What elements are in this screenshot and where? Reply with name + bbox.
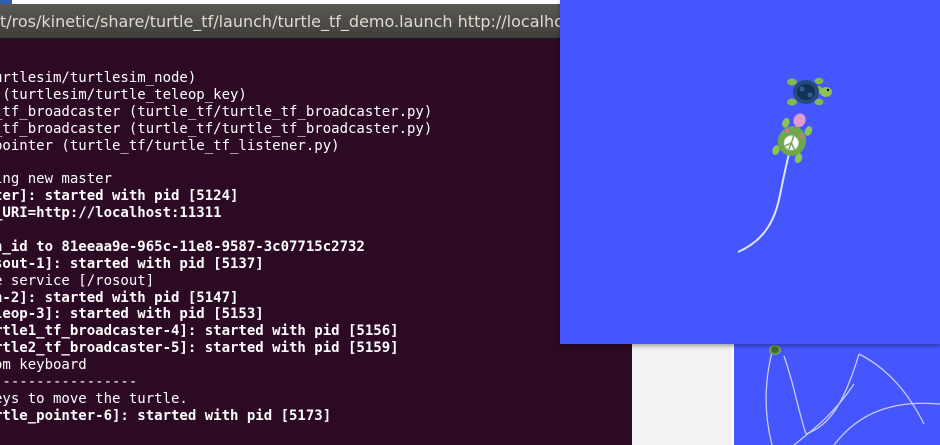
turtle1-icon: [787, 77, 832, 106]
terminal-line: (turtlesim/turtle_teleop_key): [0, 86, 247, 103]
terminal-line: ter]: started with pid [5124]: [0, 188, 239, 205]
terminal-line: urtlesim/turtlesim_node): [0, 70, 197, 86]
turtle-trail: [737, 149, 791, 253]
terminal-titlebar[interactable]: t/ros/kinetic/share/turtle_tf/launch/tur…: [0, 4, 632, 39]
terminal-title: t/ros/kinetic/share/turtle_tf/launch/tur…: [0, 12, 595, 31]
turtlesim-window[interactable]: [560, 0, 940, 344]
terminal-line: rtle2_tf_broadcaster-5]: started with pi…: [0, 340, 399, 357]
desktop-gap: [632, 340, 732, 445]
terminal-line: leop-3]: started with pid [5153]: [0, 306, 264, 323]
terminal-line: n-2]: started with pid [5147]: [0, 289, 239, 306]
terminal-line: ing new master: [0, 171, 113, 188]
terminal-line: pointer (turtle_tf/turtle_tf_listener.py…: [0, 137, 340, 154]
turtlesim-canvas: [737, 77, 832, 253]
terminal-line: _URI=http://localhost:11311: [0, 205, 222, 222]
terminal-line: _tf_broadcaster (turtle_tf/turtle_tf_bro…: [0, 120, 433, 137]
terminal-line: _tf_broadcaster (turtle_tf/turtle_tf_bro…: [0, 103, 433, 120]
trail-path-back: [765, 351, 940, 445]
terminal-line: eys to move the turtle.: [0, 390, 188, 407]
terminal-line: rtle_pointer-6]: started with pid [5173]: [0, 407, 332, 424]
turtle2-icon: [772, 113, 813, 164]
terminal-output[interactable]: urtlesim/turtlesim_node) (turtlesim/turt…: [0, 70, 632, 425]
terminal-line: n_id to 81eeaa9e-965c-11e8-9587-3c07715c…: [0, 238, 365, 255]
terminal-line: e service [/rosout]: [0, 272, 155, 289]
terminal-line: rtle1_tf_broadcaster-4]: started with pi…: [0, 323, 399, 340]
terminal-window[interactable]: t/ros/kinetic/share/turtle_tf/launch/tur…: [0, 4, 632, 445]
terminal-line: sout-1]: started with pid [5137]: [0, 255, 264, 272]
turtlesim-back-canvas: [765, 345, 940, 445]
terminal-line: -----------------: [0, 374, 138, 391]
turtlesim-window-background[interactable]: [734, 344, 940, 445]
turtle-icon-back: [769, 345, 781, 355]
terminal-line: om keyboard: [0, 357, 87, 374]
